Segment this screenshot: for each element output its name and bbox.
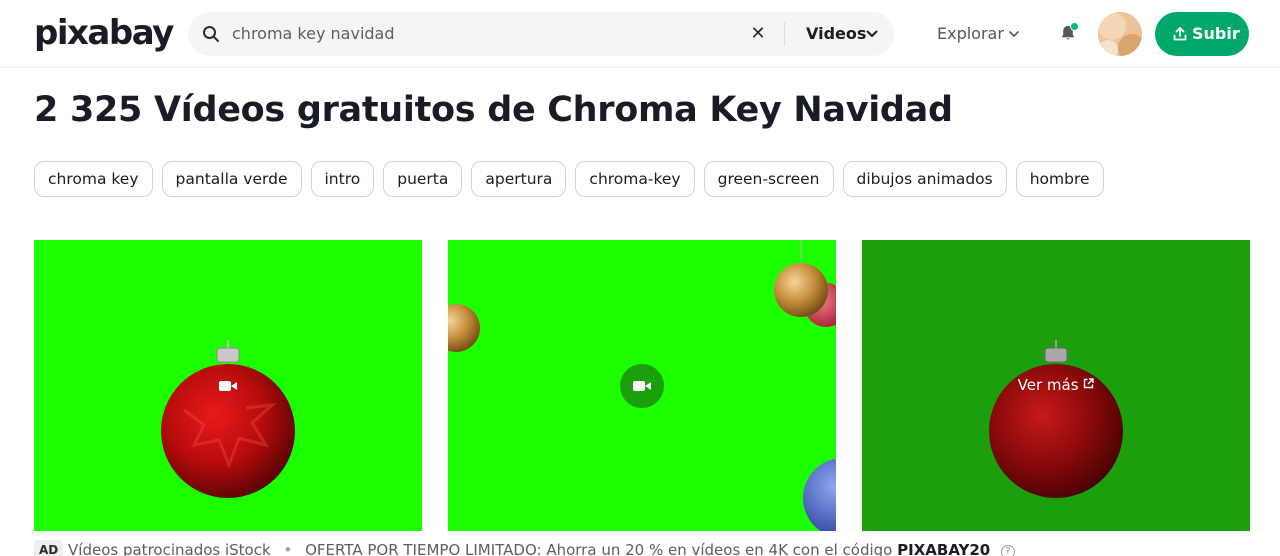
tag-chip[interactable]: hombre (1015, 161, 1104, 197)
tag-chip[interactable]: puerta (383, 161, 463, 197)
tag-chip[interactable]: apertura (471, 161, 567, 197)
video-camera-icon (206, 364, 250, 408)
pixabay-logo[interactable]: pixabay (34, 13, 174, 53)
video-camera-icon (620, 364, 664, 408)
clear-search-icon[interactable]: ✕ (748, 24, 768, 44)
tag-chip[interactable]: green-screen (703, 161, 834, 197)
see-more-label: Ver más (1017, 376, 1079, 394)
search-bar[interactable]: chroma key navidad ✕ Videos (188, 12, 894, 56)
search-divider (784, 22, 785, 46)
chevron-down-icon[interactable] (866, 28, 878, 40)
media-type-dropdown[interactable]: Videos (806, 12, 866, 56)
search-input[interactable]: chroma key navidad (232, 12, 395, 56)
notification-dot (1070, 22, 1079, 31)
external-link-icon (1084, 378, 1095, 389)
question-circle-icon[interactable]: ? (1001, 545, 1016, 556)
upload-button[interactable]: Subir (1155, 12, 1249, 56)
tag-chip[interactable]: pantalla verde (161, 161, 302, 197)
page-title: 2 325 Vídeos gratuitos de Chroma Key Nav… (34, 90, 953, 130)
tag-chip[interactable]: dibujos animados (842, 161, 1007, 197)
related-tags: chroma key pantalla verde intro puerta a… (34, 161, 1104, 197)
tag-chip[interactable]: chroma-key (575, 161, 695, 197)
tag-chip[interactable]: chroma key (34, 161, 153, 197)
video-card[interactable] (34, 240, 422, 531)
separator: • (283, 541, 293, 556)
search-icon (203, 26, 219, 42)
promo-code: PIXABAY20 (897, 541, 991, 556)
see-more-link[interactable]: Ver más (862, 374, 1250, 396)
ad-badge: AD (34, 540, 64, 556)
upload-label: Subir (1192, 24, 1240, 43)
user-avatar[interactable] (1098, 12, 1142, 56)
tag-chip[interactable]: intro (310, 161, 375, 197)
video-card[interactable]: Ver más (862, 240, 1250, 531)
upload-icon (1173, 27, 1187, 41)
video-card[interactable] (448, 240, 836, 531)
sponsored-bar: AD Vídeos patrocinados iStock • OFERTA P… (34, 539, 1016, 556)
offer-text: OFERTA POR TIEMPO LIMITADO: Ahorra un 20… (305, 541, 893, 556)
sponsor-text[interactable]: Vídeos patrocinados iStock (68, 541, 271, 556)
top-navbar: pixabay chroma key navidad ✕ Videos Expl… (0, 0, 1280, 68)
explore-menu[interactable]: Explorar (937, 22, 1004, 46)
chevron-down-icon[interactable] (1008, 28, 1020, 40)
